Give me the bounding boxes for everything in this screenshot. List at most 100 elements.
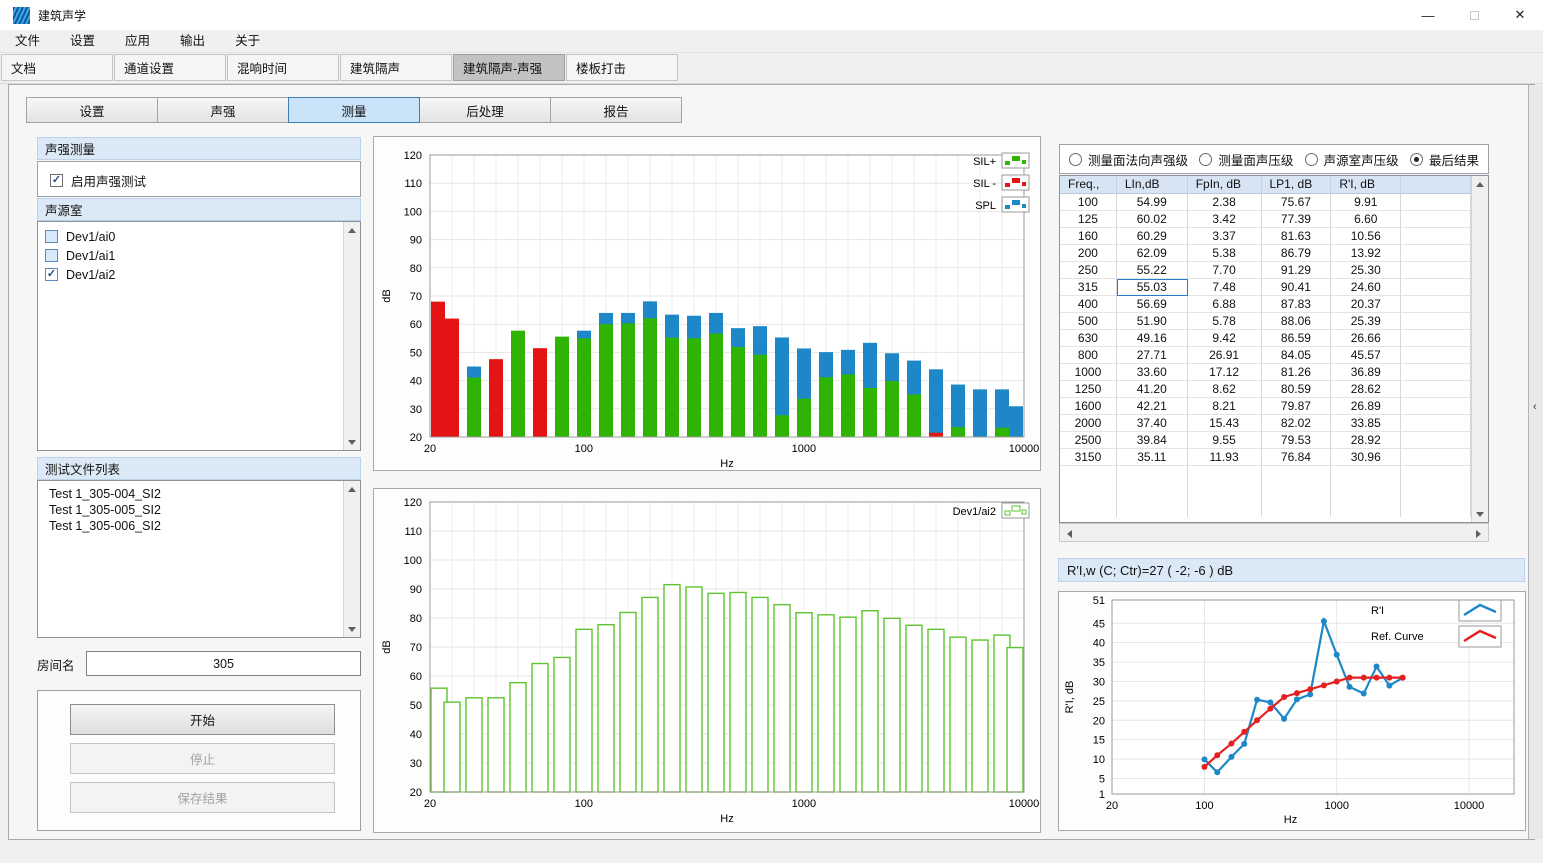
table-cell[interactable]: 79.53 [1262, 432, 1332, 449]
scroll-left-icon[interactable] [1062, 526, 1077, 541]
table-row[interactable]: 12560.023.4277.396.60 [1060, 211, 1471, 228]
table-cell[interactable] [1401, 245, 1471, 262]
table-cell[interactable] [1401, 381, 1471, 398]
test-file-item[interactable]: Test 1_305-005_SI2 [38, 502, 343, 518]
save-results-button[interactable]: 保存结果 [70, 782, 335, 813]
source-list-scrollbar[interactable] [343, 222, 360, 450]
table-cell[interactable]: 1250 [1060, 381, 1117, 398]
radio-circle[interactable] [1305, 153, 1318, 166]
table-cell[interactable]: 13.92 [1331, 245, 1401, 262]
table-cell[interactable]: 28.62 [1331, 381, 1401, 398]
table-cell[interactable]: 76.84 [1262, 449, 1332, 466]
table-row[interactable]: 50051.905.7888.0625.39 [1060, 313, 1471, 330]
radio-surface-normal-intensity-level[interactable]: 测量面法向声强级 [1069, 150, 1188, 169]
tab-floor-impact[interactable]: 楼板打击 [566, 54, 678, 81]
table-cell[interactable]: 55.03 [1117, 279, 1188, 296]
table-cell[interactable]: 3.37 [1188, 228, 1262, 245]
channel-checkbox[interactable] [45, 230, 58, 243]
table-cell[interactable]: 79.87 [1262, 398, 1332, 415]
table-cell[interactable]: 77.39 [1262, 211, 1332, 228]
channel-checkbox[interactable] [45, 249, 58, 262]
tab-building-insulation-intensity[interactable]: 建筑隔声-声强 [453, 54, 565, 81]
table-row[interactable]: 25055.227.7091.2925.30 [1060, 262, 1471, 279]
table-cell[interactable] [1401, 228, 1471, 245]
table-cell[interactable]: 75.67 [1262, 194, 1332, 211]
table-cell[interactable]: 630 [1060, 330, 1117, 347]
table-cell[interactable]: 56.69 [1117, 296, 1188, 313]
table-cell[interactable]: 41.20 [1117, 381, 1188, 398]
tab-reverb-time[interactable]: 混响时间 [227, 54, 339, 81]
table-cell[interactable]: 3.42 [1188, 211, 1262, 228]
table-cell[interactable]: 36.89 [1331, 364, 1401, 381]
menu-item-apply[interactable]: 应用 [110, 30, 165, 53]
table-cell[interactable]: 80.59 [1262, 381, 1332, 398]
tab-document[interactable]: 文档 [1, 54, 113, 81]
scroll-right-icon[interactable] [1471, 526, 1486, 541]
table-cell[interactable]: 27.71 [1117, 347, 1188, 364]
table-cell[interactable] [1401, 347, 1471, 364]
table-cell[interactable]: 30.96 [1331, 449, 1401, 466]
close-button[interactable]: ✕ [1497, 0, 1543, 30]
table-cell[interactable]: 42.21 [1117, 398, 1188, 415]
table-cell[interactable] [1401, 211, 1471, 228]
source-channel-row[interactable]: Dev1/ai1 [38, 246, 343, 265]
room-name-input[interactable] [86, 651, 361, 676]
table-row[interactable]: 10054.992.3875.679.91 [1060, 194, 1471, 211]
radio-source-room-spl[interactable]: 声源室声压级 [1305, 150, 1399, 169]
enable-intensity-checkbox[interactable] [50, 174, 63, 187]
scroll-up-icon[interactable] [1472, 176, 1488, 192]
table-cell[interactable]: 26.89 [1331, 398, 1401, 415]
table-cell[interactable]: 90.41 [1262, 279, 1332, 296]
table-cell[interactable] [1401, 398, 1471, 415]
channel-checkbox[interactable] [45, 268, 58, 281]
table-cell[interactable]: 87.83 [1262, 296, 1332, 313]
menu-item-output[interactable]: 输出 [165, 30, 220, 53]
table-cell[interactable]: 200 [1060, 245, 1117, 262]
table-cell[interactable]: 15.43 [1188, 415, 1262, 432]
radio-circle[interactable] [1410, 153, 1423, 166]
table-row[interactable]: 20062.095.3886.7913.92 [1060, 245, 1471, 262]
scroll-down-icon[interactable] [344, 621, 360, 637]
table-vscrollbar[interactable] [1471, 176, 1488, 522]
table-cell[interactable]: 17.12 [1188, 364, 1262, 381]
table-cell[interactable]: 7.70 [1188, 262, 1262, 279]
table-row[interactable]: 100033.6017.1281.2636.89 [1060, 364, 1471, 381]
table-cell[interactable]: 51.90 [1117, 313, 1188, 330]
table-cell[interactable]: 125 [1060, 211, 1117, 228]
table-cell[interactable]: 3150 [1060, 449, 1117, 466]
table-cell[interactable]: 6.60 [1331, 211, 1401, 228]
table-cell[interactable]: 5.38 [1188, 245, 1262, 262]
table-row[interactable]: 250039.849.5579.5328.92 [1060, 432, 1471, 449]
table-cell[interactable]: 55.22 [1117, 262, 1188, 279]
maximize-button[interactable] [1451, 0, 1497, 30]
menu-item-file[interactable]: 文件 [0, 30, 55, 53]
table-cell[interactable]: 8.62 [1188, 381, 1262, 398]
table-cell[interactable]: 24.60 [1331, 279, 1401, 296]
table-cell[interactable]: 45.57 [1331, 347, 1401, 364]
table-cell[interactable]: 9.42 [1188, 330, 1262, 347]
table-cell[interactable]: 25.30 [1331, 262, 1401, 279]
table-cell[interactable]: 35.11 [1117, 449, 1188, 466]
table-cell[interactable]: 39.84 [1117, 432, 1188, 449]
test-file-item[interactable]: Test 1_305-004_SI2 [38, 486, 343, 502]
subtab-post-process[interactable]: 后处理 [419, 97, 551, 123]
table-cell[interactable]: 2.38 [1188, 194, 1262, 211]
table-cell[interactable]: 28.92 [1331, 432, 1401, 449]
table-cell[interactable]: 500 [1060, 313, 1117, 330]
table-cell[interactable] [1401, 194, 1471, 211]
table-cell[interactable]: 86.59 [1262, 330, 1332, 347]
table-cell[interactable]: 6.88 [1188, 296, 1262, 313]
table-cell[interactable] [1401, 449, 1471, 466]
table-cell[interactable]: 11.93 [1188, 449, 1262, 466]
table-cell[interactable] [1401, 415, 1471, 432]
radio-final-result[interactable]: 最后结果 [1410, 150, 1479, 169]
scroll-down-icon[interactable] [1472, 506, 1488, 522]
table-cell[interactable]: 84.05 [1262, 347, 1332, 364]
source-channel-row[interactable]: Dev1/ai0 [38, 227, 343, 246]
table-cell[interactable]: 160 [1060, 228, 1117, 245]
table-row[interactable]: 31555.037.4890.4124.60 [1060, 279, 1471, 296]
test-file-item[interactable]: Test 1_305-006_SI2 [38, 518, 343, 534]
tab-channel-setup[interactable]: 通道设置 [114, 54, 226, 81]
table-cell[interactable]: 91.29 [1262, 262, 1332, 279]
table-cell[interactable]: 2500 [1060, 432, 1117, 449]
